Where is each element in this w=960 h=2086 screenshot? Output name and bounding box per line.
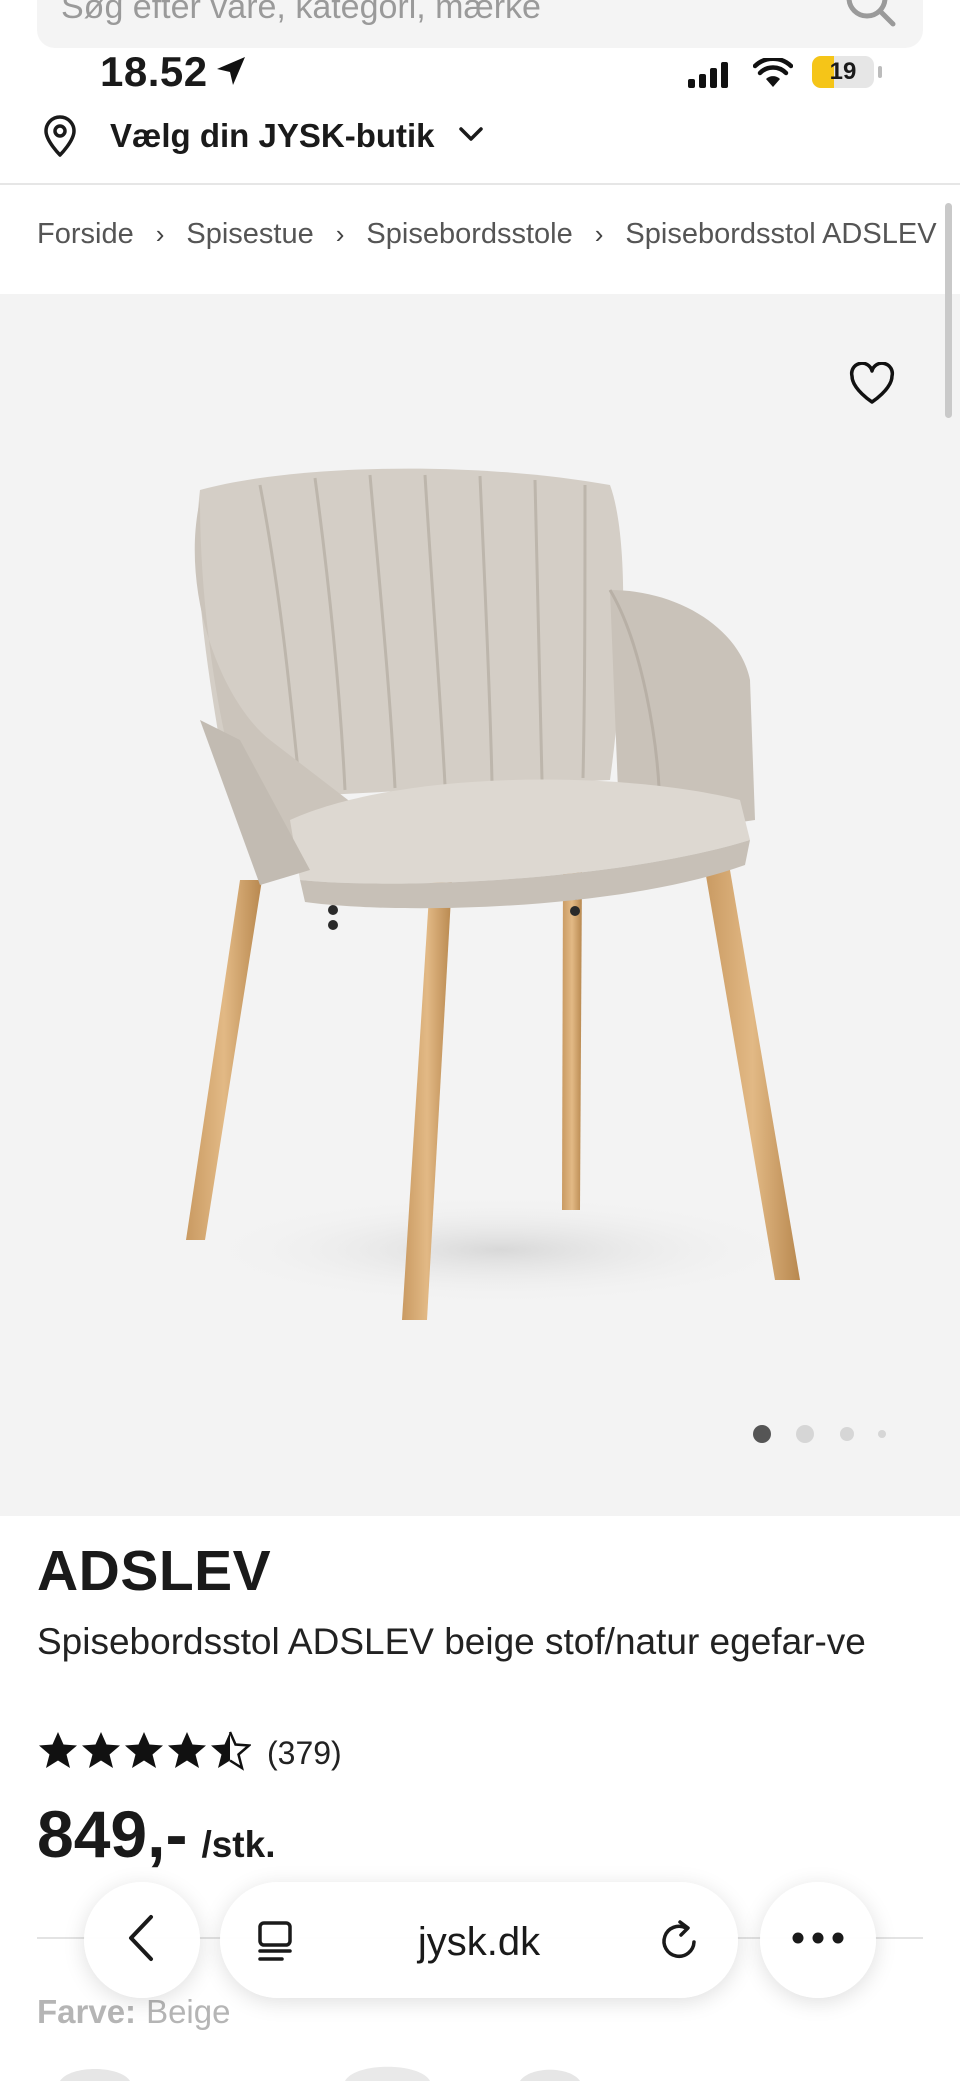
- heart-outline-icon[interactable]: [848, 361, 896, 411]
- star-rating-icon: [37, 1729, 253, 1778]
- product-description: Spisebordsstol ADSLEV beige stof/natur e…: [37, 1621, 866, 1662]
- more-options-button[interactable]: [760, 1882, 876, 1998]
- color-swatches[interactable]: [0, 2060, 960, 2081]
- color-label: Farve:: [37, 1993, 137, 2030]
- wifi-icon: [752, 56, 794, 93]
- chevron-right-icon: ›: [594, 219, 604, 249]
- gallery-pagination[interactable]: [752, 1422, 892, 1451]
- color-value: Beige: [146, 1993, 231, 2030]
- product-name: ADSLEV: [37, 1539, 272, 1603]
- status-time: 18.52: [100, 48, 208, 95]
- status-bar: 18.52 19: [0, 44, 960, 104]
- review-count[interactable]: (379): [267, 1735, 342, 1772]
- search-placeholder: Søg efter vare, kategori, mærke: [61, 0, 541, 26]
- cellular-signal-icon: [688, 62, 732, 93]
- address-bar[interactable]: jysk.dk: [220, 1882, 738, 1998]
- breadcrumb: Forside › Spisestue › Spisebordsstole › Spiseb…: [37, 218, 960, 262]
- location-arrow-icon: [214, 54, 248, 93]
- color-selector: Farve: Beige: [37, 1993, 230, 2031]
- page-scrollbar[interactable]: [945, 203, 952, 418]
- reload-icon[interactable]: [658, 1918, 702, 1969]
- price: 849,- /stk.: [37, 1796, 275, 1876]
- breadcrumb-item-spisestue[interactable]: Spisestue: [186, 218, 313, 251]
- price-amount: 849,-: [37, 1797, 188, 1871]
- battery-icon: 19: [812, 56, 882, 88]
- chevron-left-icon: [125, 1913, 159, 1968]
- breadcrumb-item-spisebordsstole[interactable]: Spisebordsstole: [366, 218, 572, 251]
- breadcrumb-item-forside[interactable]: Forside: [37, 218, 134, 251]
- location-pin-icon: [40, 114, 80, 158]
- store-selector[interactable]: Vælg din JYSK-butik: [40, 108, 485, 164]
- product-image: [140, 440, 840, 1345]
- search-bar[interactable]: Søg efter vare, kategori, mærke: [37, 0, 923, 48]
- chevron-right-icon: ›: [335, 219, 345, 249]
- breadcrumb-item-current: Spisebordsstol ADSLEV: [625, 218, 937, 250]
- rating[interactable]: (379): [37, 1728, 342, 1778]
- back-button[interactable]: [84, 1882, 200, 1998]
- chevron-down-icon: [457, 124, 485, 149]
- search-icon[interactable]: [843, 0, 899, 35]
- store-selector-label: Vælg din JYSK-butik: [110, 117, 435, 154]
- more-dots-icon: [792, 1931, 844, 1949]
- battery-level: 19: [829, 58, 857, 85]
- chevron-right-icon: ›: [155, 219, 165, 249]
- header-divider: [0, 183, 960, 185]
- price-unit: /stk.: [201, 1824, 276, 1865]
